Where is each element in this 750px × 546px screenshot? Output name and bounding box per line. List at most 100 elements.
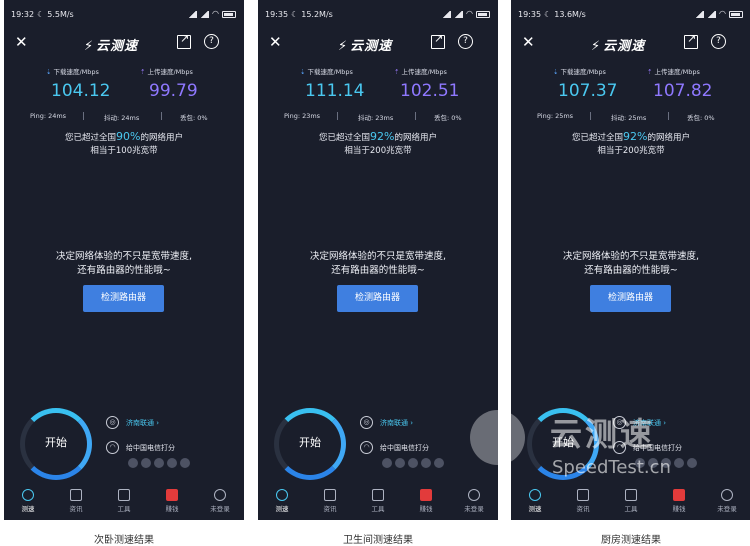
divider <box>161 112 162 120</box>
start-button[interactable]: 开始 <box>274 434 346 450</box>
isp-row[interactable]: ◎ 济南联通 › <box>613 416 666 429</box>
signal-icon <box>442 10 452 18</box>
isp-row[interactable]: ◎ 济南联通 › <box>106 416 159 429</box>
status-speed: 13.6M/s <box>554 9 586 19</box>
nav-speedtest[interactable]: 测速 <box>258 486 306 520</box>
nav-tools[interactable]: 工具 <box>354 486 402 520</box>
caption-bathroom: 卫生间测速结果 <box>343 535 413 546</box>
download-value: 107.37 <box>558 81 618 101</box>
nav-news[interactable]: 资讯 <box>52 486 100 520</box>
start-button[interactable]: 开始 <box>20 434 92 450</box>
help-icon[interactable]: ? <box>711 34 726 49</box>
close-icon[interactable]: ✕ <box>15 34 28 50</box>
battery-icon <box>729 10 743 18</box>
loss-value: 丢包: 0% <box>434 114 462 122</box>
battery-icon <box>476 10 490 18</box>
face-icon <box>382 458 392 468</box>
phone-screen-3: 19:35 ☾ 13.6M/s ◠ ✕ ⚡云测速 ? ⇣下载速度/Mbps ⇡上… <box>511 0 750 520</box>
face-icon <box>154 458 164 468</box>
app-logo: ⚡ 云测速 <box>84 39 139 54</box>
rate-label: 给中国电信打分 <box>633 443 682 452</box>
nav-news[interactable]: 资讯 <box>559 486 607 520</box>
moon-icon: ☾ <box>37 9 45 19</box>
moon-icon: ☾ <box>291 9 299 19</box>
download-label: ⇣ 下载速度/Mbps <box>300 68 353 76</box>
download-value: 111.14 <box>305 81 365 101</box>
user-icon <box>214 489 226 501</box>
close-icon[interactable]: ✕ <box>522 34 535 50</box>
rate-label: 给中国电信打分 <box>126 443 175 452</box>
wifi-icon: ◠ <box>106 441 119 454</box>
rating-faces[interactable] <box>128 458 190 468</box>
user-icon <box>721 489 733 501</box>
bandwidth-equivalent: 相当于200兆宽带 <box>597 146 665 156</box>
news-icon <box>70 489 82 501</box>
rate-row[interactable]: ◠ 给中国电信打分 <box>106 441 175 454</box>
rank-text: 您已超过全国92%的网络用户 相当于200兆宽带 <box>258 130 498 158</box>
upload-value: 102.51 <box>400 81 460 101</box>
face-icon <box>648 458 658 468</box>
nav-account[interactable]: 未登录 <box>450 486 498 520</box>
share-icon[interactable] <box>684 32 698 49</box>
nav-speedtest[interactable]: 测速 <box>4 486 52 520</box>
nav-earn[interactable]: 赚钱 <box>148 486 196 520</box>
share-icon[interactable] <box>177 32 191 49</box>
rating-faces[interactable] <box>635 458 697 468</box>
jitter-value: 抖动: 24ms <box>104 114 140 122</box>
ping-value: Ping: 24ms <box>30 112 67 120</box>
battery-icon <box>222 10 236 18</box>
bottom-nav: 测速 资讯 工具 赚钱 未登录 <box>258 486 498 520</box>
isp-row[interactable]: ◎ 济南联通 › <box>360 416 413 429</box>
moon-icon: ☾ <box>544 9 552 19</box>
close-icon[interactable]: ✕ <box>269 34 282 50</box>
rate-row[interactable]: ◠ 给中国电信打分 <box>613 441 682 454</box>
grid-icon <box>625 489 637 501</box>
face-icon <box>635 458 645 468</box>
red-packet-icon <box>166 489 178 501</box>
status-bar: 19:32 ☾ 5.5M/s ◠ <box>11 8 236 20</box>
nav-tools[interactable]: 工具 <box>100 486 148 520</box>
face-icon <box>395 458 405 468</box>
nav-earn[interactable]: 赚钱 <box>655 486 703 520</box>
nav-earn[interactable]: 赚钱 <box>402 486 450 520</box>
bandwidth-equivalent: 相当于100兆宽带 <box>90 146 158 156</box>
rank-text: 您已超过全国92%的网络用户 相当于200兆宽带 <box>511 130 750 158</box>
signal-icon <box>454 10 464 18</box>
face-icon <box>141 458 151 468</box>
ping-value: Ping: 23ms <box>284 112 321 120</box>
help-icon[interactable]: ? <box>458 34 473 49</box>
nav-speedtest[interactable]: 测速 <box>511 486 559 520</box>
globe-icon: ◎ <box>613 416 626 429</box>
wifi-icon: ◠ <box>613 441 626 454</box>
nav-account[interactable]: 未登录 <box>196 486 244 520</box>
rate-row[interactable]: ◠ 给中国电信打分 <box>360 441 429 454</box>
face-icon <box>661 458 671 468</box>
upload-value: 107.82 <box>653 81 713 101</box>
ping-value: Ping: 25ms <box>537 112 574 120</box>
logo-mark-icon: ⚡ <box>591 39 602 54</box>
nav-news[interactable]: 资讯 <box>306 486 354 520</box>
share-icon[interactable] <box>431 32 445 49</box>
news-icon <box>324 489 336 501</box>
app-logo: ⚡ 云测速 <box>591 39 646 54</box>
rating-faces[interactable] <box>382 458 444 468</box>
start-button[interactable]: 开始 <box>527 434 599 450</box>
divider <box>83 112 84 120</box>
promo-text: 决定网络体验的不只是宽带速度, 还有路由器的性能哦~ <box>55 251 193 276</box>
face-icon <box>421 458 431 468</box>
signal-icon <box>695 10 705 18</box>
jitter-value: 抖动: 25ms <box>611 114 647 122</box>
face-icon <box>674 458 684 468</box>
app-logo: ⚡ 云测速 <box>338 39 393 54</box>
status-speed: 5.5M/s <box>47 9 74 19</box>
detect-router-button[interactable]: 检测路由器 <box>337 285 418 312</box>
nav-account[interactable]: 未登录 <box>703 486 750 520</box>
detect-router-button[interactable]: 检测路由器 <box>83 285 164 312</box>
caption-kitchen: 厨房测速结果 <box>601 535 661 546</box>
help-icon[interactable]: ? <box>204 34 219 49</box>
detect-router-button[interactable]: 检测路由器 <box>590 285 671 312</box>
status-time: 19:32 <box>11 9 35 19</box>
promo-text: 决定网络体验的不只是宽带速度, 还有路由器的性能哦~ <box>309 251 447 276</box>
status-bar: 19:35 ☾ 13.6M/s ◠ <box>518 8 743 20</box>
nav-tools[interactable]: 工具 <box>607 486 655 520</box>
